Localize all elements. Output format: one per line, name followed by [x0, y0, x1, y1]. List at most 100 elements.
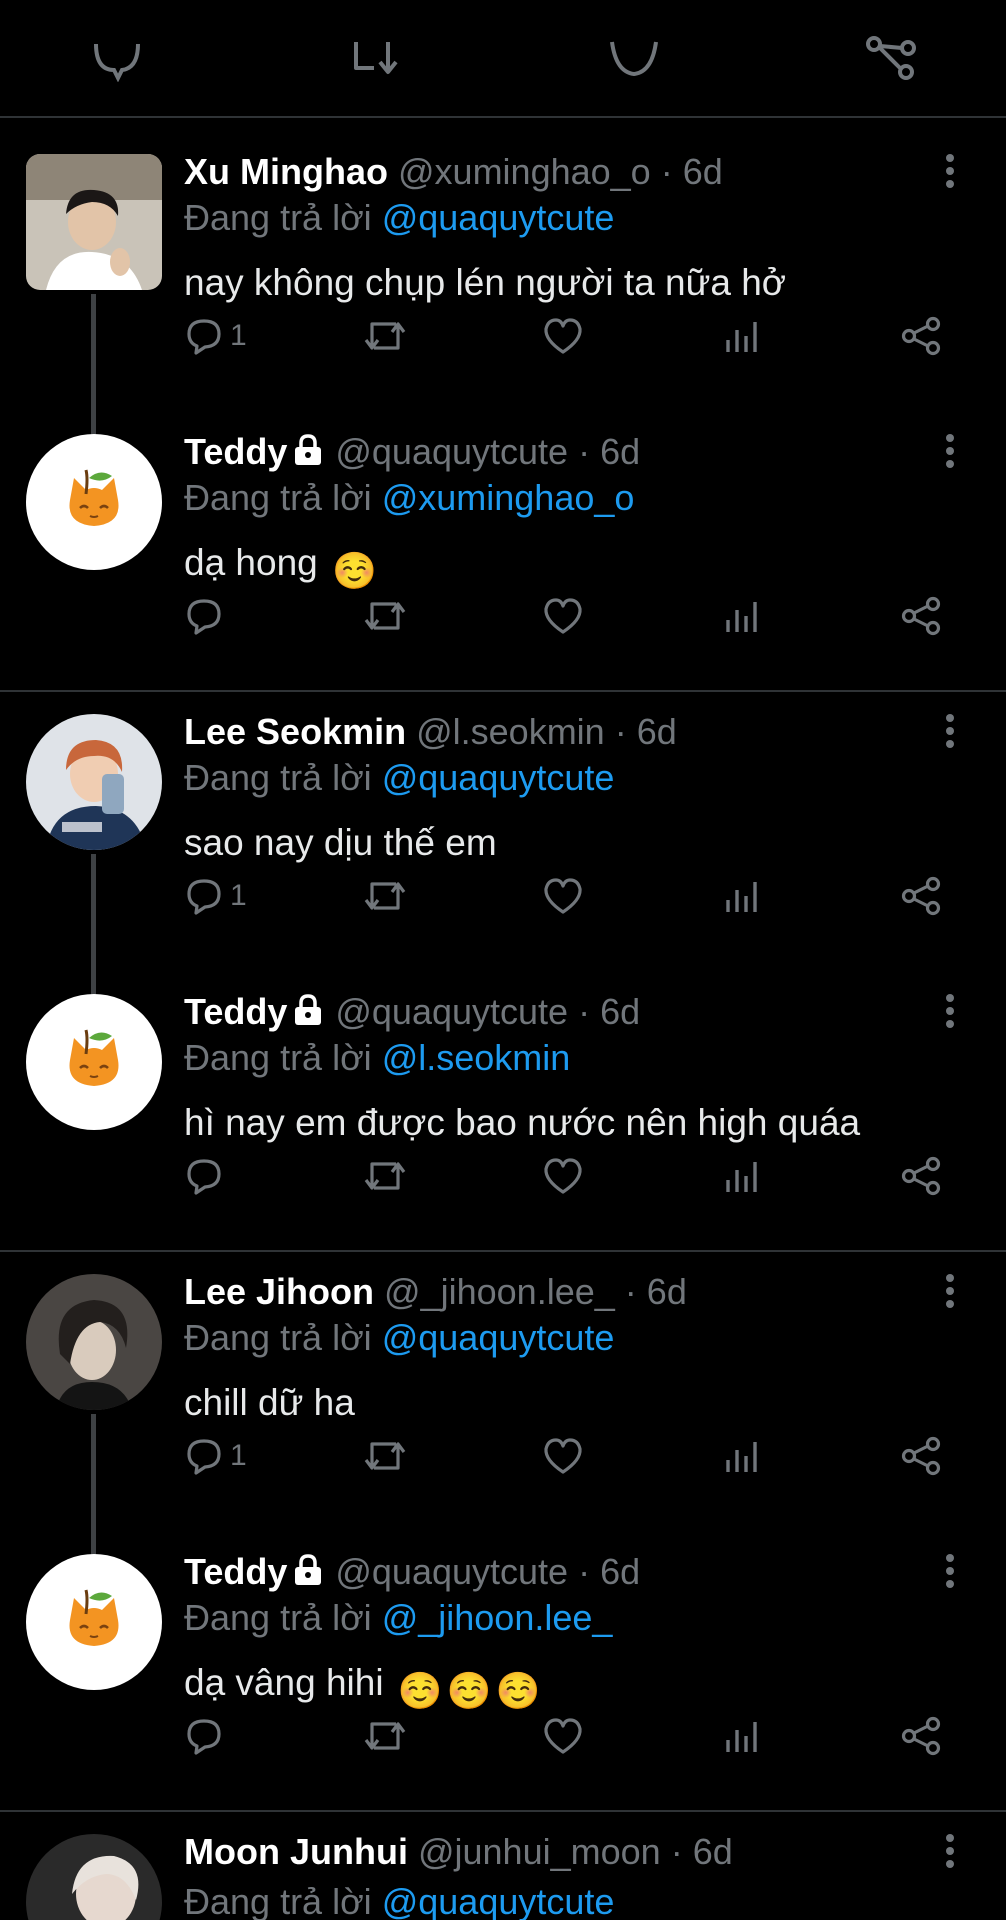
- heart-icon: [544, 1438, 582, 1474]
- retweet-button[interactable]: [362, 1148, 408, 1204]
- display-name[interactable]: Xu Minghao: [184, 151, 388, 192]
- replying-label: Đang trả lời: [184, 1037, 372, 1078]
- comment-bubble-icon: [187, 1439, 221, 1475]
- timestamp[interactable]: 6d: [600, 1551, 640, 1592]
- handle[interactable]: @quaquytcute: [335, 431, 568, 472]
- retweet-button[interactable]: [362, 588, 408, 644]
- reply-button[interactable]: [184, 1708, 230, 1764]
- tweet[interactable]: Moon Junhui @junhui_moon · 6d Đang trả l…: [0, 1820, 1006, 1920]
- replying-label: Đang trả lời: [184, 1881, 372, 1920]
- display-name[interactable]: Moon Junhui: [184, 1831, 408, 1872]
- handle[interactable]: @l.seokmin: [416, 711, 605, 752]
- tweet[interactable]: Xu Minghao @xuminghao_o · 6d Đang trả lờ…: [0, 140, 1006, 420]
- reply-button[interactable]: 1: [184, 868, 247, 924]
- heart-icon: [544, 598, 582, 634]
- tweet[interactable]: Teddy @quaquytcute · 6d Đang trả lời @l.…: [0, 980, 1006, 1260]
- like-icon[interactable]: [604, 30, 664, 82]
- views-button[interactable]: [724, 308, 760, 364]
- mention-link[interactable]: @quaquytcute: [382, 757, 615, 798]
- like-button[interactable]: [542, 1708, 584, 1764]
- retweet-icon[interactable]: [348, 30, 408, 82]
- previous-tweet-action-bar: [0, 0, 1006, 118]
- like-button[interactable]: [542, 1148, 584, 1204]
- share-button[interactable]: [900, 1148, 942, 1204]
- views-button[interactable]: [724, 588, 760, 644]
- mention-link[interactable]: @quaquytcute: [382, 1317, 615, 1358]
- more-vertical-icon[interactable]: [938, 434, 962, 474]
- timestamp[interactable]: 6d: [600, 991, 640, 1032]
- views-button[interactable]: [724, 1428, 760, 1484]
- tweet-actions: 1: [0, 308, 1006, 364]
- reply-button[interactable]: 1: [184, 1428, 247, 1484]
- more-vertical-icon[interactable]: [938, 994, 962, 1034]
- mention-link[interactable]: @xuminghao_o: [382, 477, 635, 518]
- display-name[interactable]: Lee Jihoon: [184, 1271, 374, 1312]
- avatar[interactable]: [26, 154, 162, 290]
- mention-link[interactable]: @l.seokmin: [382, 1037, 571, 1078]
- retweet-button[interactable]: [362, 308, 408, 364]
- reply-icon[interactable]: [88, 30, 148, 83]
- separator-dot: ·: [660, 151, 673, 192]
- share-button[interactable]: [900, 868, 942, 924]
- tweet-header: Teddy @quaquytcute · 6d: [184, 1548, 640, 1599]
- share-button[interactable]: [900, 588, 942, 644]
- tweet[interactable]: Teddy @quaquytcute · 6d Đang trả lời @_j…: [0, 1540, 1006, 1820]
- display-name[interactable]: Lee Seokmin: [184, 711, 406, 752]
- avatar[interactable]: [26, 714, 162, 850]
- retweet-button[interactable]: [362, 1428, 408, 1484]
- mention-link[interactable]: @_jihoon.lee_: [382, 1597, 613, 1638]
- handle[interactable]: @junhui_moon: [418, 1831, 661, 1872]
- more-vertical-icon[interactable]: [938, 1274, 962, 1314]
- share-button[interactable]: [900, 308, 942, 364]
- avatar[interactable]: [26, 1834, 162, 1920]
- separator-dot: ·: [614, 711, 627, 752]
- avatar[interactable]: [26, 1274, 162, 1410]
- heart-icon: [544, 1718, 582, 1754]
- display-name[interactable]: Teddy: [184, 431, 287, 472]
- like-button[interactable]: [542, 1428, 584, 1484]
- tweet-text: hì nay em được bao nước nên high quáa: [184, 1102, 861, 1143]
- avatar[interactable]: [26, 994, 162, 1130]
- timestamp[interactable]: 6d: [683, 151, 723, 192]
- more-vertical-icon[interactable]: [938, 1834, 962, 1874]
- timestamp[interactable]: 6d: [693, 1831, 733, 1872]
- timestamp[interactable]: 6d: [600, 431, 640, 472]
- bar-chart-icon: [726, 1442, 757, 1472]
- reply-button[interactable]: [184, 1148, 230, 1204]
- avatar[interactable]: [26, 434, 162, 570]
- avatar[interactable]: [26, 1554, 162, 1690]
- like-button[interactable]: [542, 308, 584, 364]
- share-button[interactable]: [900, 1708, 942, 1764]
- reply-button[interactable]: [184, 588, 230, 644]
- handle[interactable]: @quaquytcute: [335, 991, 568, 1032]
- display-name[interactable]: Teddy: [184, 1551, 287, 1592]
- tweet[interactable]: Teddy @quaquytcute · 6d Đang trả lời @xu…: [0, 420, 1006, 700]
- mention-link[interactable]: @quaquytcute: [382, 197, 615, 238]
- handle[interactable]: @xuminghao_o: [398, 151, 651, 192]
- retweet-icon: [364, 1442, 406, 1470]
- more-vertical-icon[interactable]: [938, 714, 962, 754]
- timestamp[interactable]: 6d: [637, 711, 677, 752]
- tweet[interactable]: Lee Seokmin @l.seokmin · 6d Đang trả lời…: [0, 700, 1006, 980]
- handle[interactable]: @_jihoon.lee_: [384, 1271, 615, 1312]
- retweet-button[interactable]: [362, 868, 408, 924]
- views-button[interactable]: [724, 868, 760, 924]
- timestamp[interactable]: 6d: [647, 1271, 687, 1312]
- reply-count: 1: [230, 1439, 247, 1472]
- more-vertical-icon[interactable]: [938, 154, 962, 194]
- handle[interactable]: @quaquytcute: [335, 1551, 568, 1592]
- like-button[interactable]: [542, 588, 584, 644]
- views-button[interactable]: [724, 1708, 760, 1764]
- views-button[interactable]: [724, 1148, 760, 1204]
- share-button[interactable]: [900, 1428, 942, 1484]
- tweet[interactable]: Lee Jihoon @_jihoon.lee_ · 6d Đang trả l…: [0, 1260, 1006, 1540]
- retweet-button[interactable]: [362, 1708, 408, 1764]
- more-vertical-icon[interactable]: [938, 1554, 962, 1594]
- mention-link[interactable]: @quaquytcute: [382, 1881, 615, 1920]
- share-icon[interactable]: [862, 30, 922, 82]
- comment-bubble-icon: [187, 1719, 221, 1755]
- display-name[interactable]: Teddy: [184, 991, 287, 1032]
- reply-button[interactable]: 1: [184, 308, 247, 364]
- comment-bubble-icon: [187, 879, 221, 915]
- like-button[interactable]: [542, 868, 584, 924]
